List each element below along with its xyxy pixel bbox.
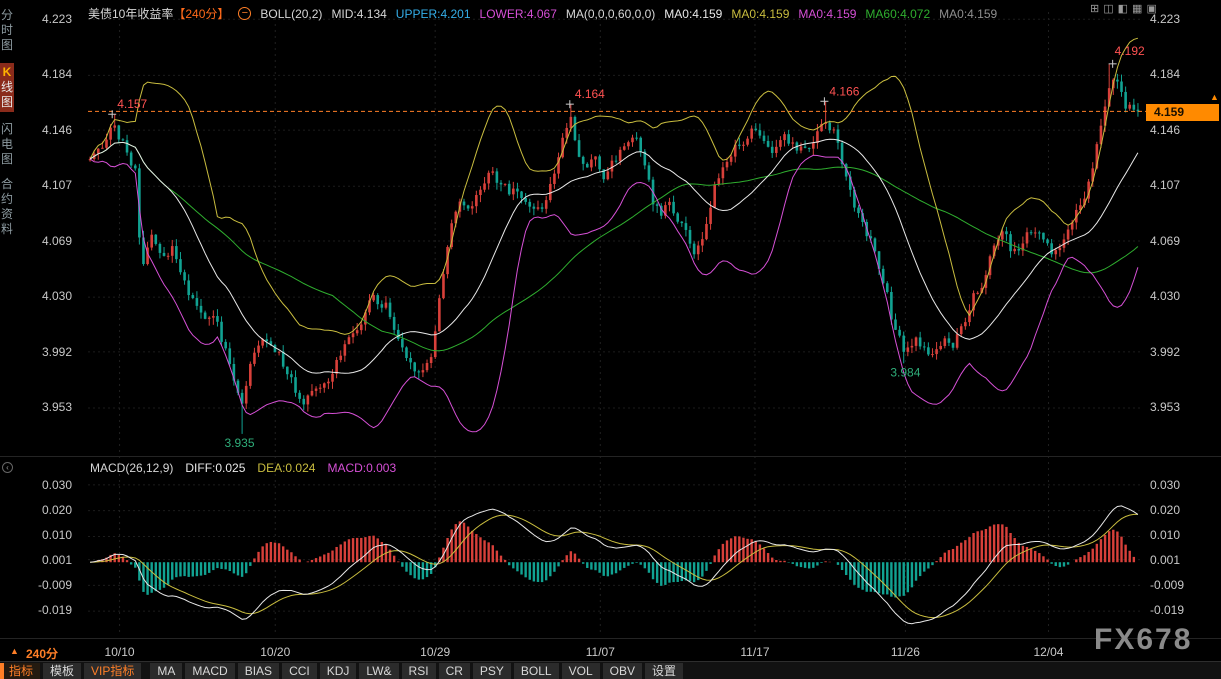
macd-hist-value: MACD:0.003 bbox=[327, 461, 396, 475]
axis-tick-label: 3.992 bbox=[42, 345, 72, 359]
symbol-name: 美债10年收益率 bbox=[88, 7, 173, 21]
indicator-button-lw[interactable]: LW& bbox=[359, 663, 398, 679]
axis-tick-label: -0.009 bbox=[1150, 578, 1184, 592]
indicator-button-ma[interactable]: MA bbox=[150, 663, 182, 679]
axis-tick-label: 0.020 bbox=[42, 503, 72, 517]
price-annotation: 3.984 bbox=[890, 365, 920, 379]
pane-collapse-icon[interactable]: ‹ bbox=[2, 462, 13, 473]
boll-upper-value: UPPER:4.201 bbox=[396, 7, 471, 21]
axis-tick-label: 4.184 bbox=[42, 67, 72, 81]
axis-tick-label: 0.020 bbox=[1150, 503, 1180, 517]
boll-lower-value: LOWER:4.067 bbox=[480, 7, 557, 21]
axis-tick-label: 4.030 bbox=[1150, 289, 1180, 303]
indicator-button-psy[interactable]: PSY bbox=[473, 663, 511, 679]
axis-tick-label: 4.146 bbox=[42, 123, 72, 137]
price-annotation: 4.192 bbox=[1115, 44, 1145, 58]
fx678-watermark: FX678 bbox=[1094, 623, 1192, 657]
window-layout-icons: ⊞ ◫ ◧ ▦ ▣ bbox=[1090, 3, 1157, 15]
axis-tick-label: 0.010 bbox=[42, 528, 72, 542]
indicator-button-vol[interactable]: VOL bbox=[562, 663, 600, 679]
indicator-button-cci[interactable]: CCI bbox=[282, 663, 317, 679]
axis-tick-label: 11/07 bbox=[586, 645, 615, 659]
boll-mid-value: MID:4.134 bbox=[331, 7, 386, 21]
chart-info-bar: 美债10年收益率【240分】 − BOLL(20,2) MID:4.134 UP… bbox=[88, 5, 997, 22]
axis-tick-label: 3.992 bbox=[1150, 345, 1180, 359]
pane-divider bbox=[0, 456, 1221, 457]
boll-label: BOLL(20,2) bbox=[260, 7, 322, 21]
axis-tick-label: 0.001 bbox=[1150, 553, 1180, 567]
trading-app: 4.1574.1644.1664.1923.9353.984 分时图 K线图 闪… bbox=[0, 0, 1221, 679]
price-annotation: 3.935 bbox=[224, 436, 254, 450]
axis-tick-label: 4.069 bbox=[42, 234, 72, 248]
macd-diff-value: DIFF:0.025 bbox=[185, 461, 245, 475]
ma-value-3: MA0:4.159 bbox=[798, 7, 856, 21]
indicator-toolbar: 指标 模板 VIP指标 MAMACDBIASCCIKDJLW&RSICRPSYB… bbox=[0, 661, 1221, 679]
axis-tick-label: 0.030 bbox=[42, 478, 72, 492]
tab-indicators[interactable]: 指标 bbox=[0, 663, 40, 679]
ma-group-label: MA(0,0,0,60,0,0) bbox=[566, 7, 655, 21]
window-layout-icon-4[interactable]: ▦ bbox=[1132, 3, 1142, 15]
ma-value-4: MA60:4.072 bbox=[865, 7, 930, 21]
axis-divider bbox=[0, 638, 1221, 639]
badge-arrow-icon: ▲ bbox=[1210, 92, 1219, 102]
axis-tick-label: 4.107 bbox=[42, 178, 72, 192]
settings-button[interactable]: 设置 bbox=[645, 663, 683, 679]
indicator-button-rsi[interactable]: RSI bbox=[402, 663, 436, 679]
axis-tick-label: -0.009 bbox=[38, 578, 72, 592]
axis-tick-label: -0.019 bbox=[38, 603, 72, 617]
zoom-out-icon[interactable]: − bbox=[238, 7, 251, 20]
axis-tick-label: 4.069 bbox=[1150, 234, 1180, 248]
axis-tick-label: 3.953 bbox=[1150, 400, 1180, 414]
x-axis-dates: 10/10 10/20 10/29 11/07 11/17 11/26 12/04 bbox=[0, 645, 1221, 659]
indicator-button-obv[interactable]: OBV bbox=[603, 663, 642, 679]
window-layout-icon-1[interactable]: ⊞ bbox=[1090, 3, 1099, 15]
indicator-button-kdj[interactable]: KDJ bbox=[320, 663, 357, 679]
macd-axis-left: 0.030 0.020 0.010 0.001 -0.009 -0.019 bbox=[0, 478, 80, 617]
indicator-buttons: MAMACDBIASCCIKDJLW&RSICRPSYBOLLVOLOBV bbox=[150, 663, 642, 679]
macd-info-bar: MACD(26,12,9) DIFF:0.025 DEA:0.024 MACD:… bbox=[90, 461, 396, 475]
tab-vip-indicators[interactable]: VIP指标 bbox=[84, 663, 141, 679]
axis-tick-label: 3.953 bbox=[42, 400, 72, 414]
price-axis-right: 4.223 4.184 4.146 4.107 4.069 4.030 3.992 3.953 bbox=[1150, 12, 1220, 414]
axis-tick-label: 10/10 bbox=[105, 645, 135, 659]
indicator-button-cr[interactable]: CR bbox=[439, 663, 470, 679]
axis-tick-label: 0.010 bbox=[1150, 528, 1180, 542]
macd-dea-value: DEA:0.024 bbox=[257, 461, 315, 475]
chart-canvas[interactable]: 4.157 4.164 4.166 4.192 3.935 3.984 bbox=[0, 0, 1221, 679]
axis-tick-label: 0.001 bbox=[42, 553, 72, 567]
price-annotation: 4.166 bbox=[829, 84, 859, 98]
axis-tick-label: 4.030 bbox=[42, 289, 72, 303]
axis-tick-label: 4.184 bbox=[1150, 67, 1180, 81]
price-axis-left: 4.223 4.184 4.146 4.107 4.069 4.030 3.992 3.953 bbox=[0, 12, 80, 414]
axis-tick-label: 0.030 bbox=[1150, 478, 1180, 492]
indicator-button-macd[interactable]: MACD bbox=[185, 663, 234, 679]
indicator-button-boll[interactable]: BOLL bbox=[514, 663, 559, 679]
indicator-button-bias[interactable]: BIAS bbox=[238, 663, 279, 679]
axis-tick-label: -0.019 bbox=[1150, 603, 1184, 617]
ma-value-5: MA0:4.159 bbox=[939, 7, 997, 21]
axis-tick-label: 11/17 bbox=[740, 645, 769, 659]
axis-tick-label: 4.223 bbox=[42, 12, 72, 26]
window-layout-icon-3[interactable]: ◧ bbox=[1118, 3, 1128, 15]
price-annotation: 4.164 bbox=[575, 87, 605, 101]
price-annotation: 4.157 bbox=[117, 97, 147, 111]
ma-value-2: MA0:4.159 bbox=[731, 7, 789, 21]
axis-tick-label: 4.223 bbox=[1150, 12, 1180, 26]
period-label: 【240分】 bbox=[173, 7, 229, 21]
axis-tick-label: 4.107 bbox=[1150, 178, 1180, 192]
axis-tick-label: 11/26 bbox=[891, 645, 920, 659]
macd-title: MACD(26,12,9) bbox=[90, 461, 173, 475]
axis-tick-label: 12/04 bbox=[1033, 645, 1063, 659]
macd-axis-right: 0.030 0.020 0.010 0.001 -0.009 -0.019 bbox=[1150, 478, 1220, 617]
current-price-badge: 4.159 bbox=[1146, 104, 1219, 121]
window-layout-icon-2[interactable]: ◫ bbox=[1103, 3, 1113, 15]
ma-value-1: MA0:4.159 bbox=[664, 7, 722, 21]
axis-tick-label: 10/20 bbox=[260, 645, 290, 659]
axis-tick-label: 10/29 bbox=[420, 645, 450, 659]
axis-tick-label: 4.146 bbox=[1150, 123, 1180, 137]
tab-templates[interactable]: 模板 bbox=[43, 663, 81, 679]
